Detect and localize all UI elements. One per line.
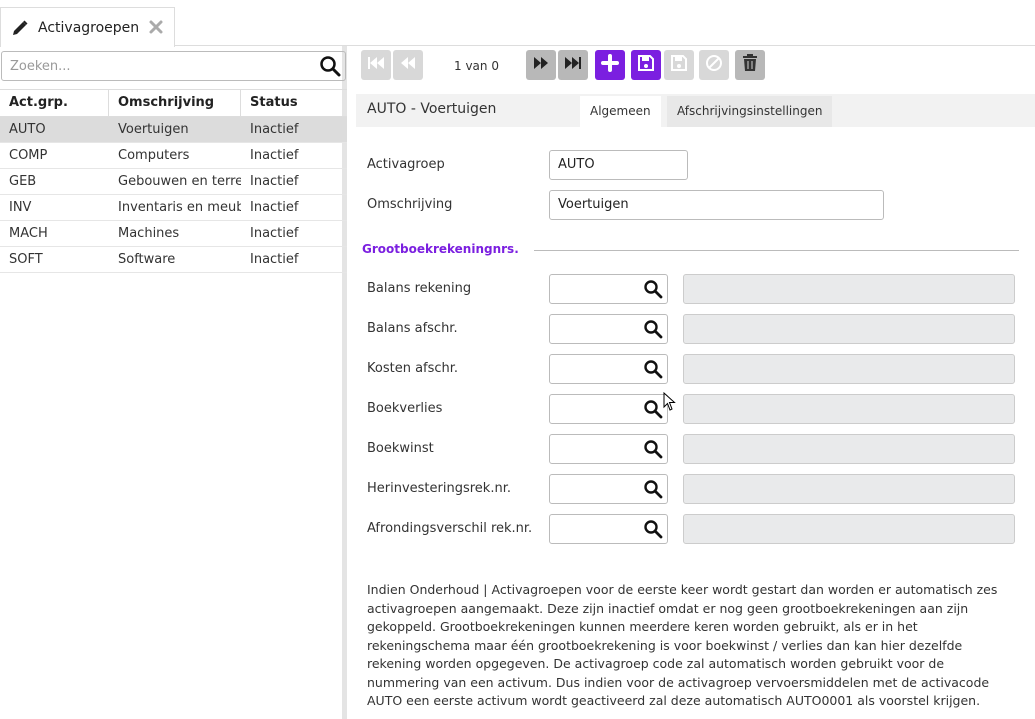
form-header: AUTO - Voertuigen Algemeen Afschrijvings…	[356, 94, 1035, 127]
search-icon[interactable]	[643, 279, 663, 299]
afrondingsverschil-input[interactable]	[549, 514, 668, 544]
last-record-button[interactable]	[558, 50, 588, 80]
table-row[interactable]: SOFT Software Inactief	[0, 247, 347, 273]
tab-label: Activagroepen	[38, 19, 140, 36]
boekwinst-description	[683, 434, 1015, 464]
record-title: AUTO - Voertuigen	[367, 101, 497, 117]
cancel-icon	[705, 54, 723, 76]
cell-code: SOFT	[9, 252, 43, 267]
omschrijving-field[interactable]: Voertuigen	[549, 190, 884, 220]
boekverlies-input[interactable]	[549, 394, 668, 424]
ledger-label: Boekverlies	[367, 401, 443, 416]
cell-code: COMP	[9, 148, 48, 163]
next-icon	[531, 55, 551, 75]
kosten-afschr-description	[683, 354, 1015, 384]
table-row[interactable]: INV Inventaris en meub Inactief	[0, 195, 347, 221]
pager-text: 1 van 0	[454, 59, 499, 73]
last-icon	[563, 55, 583, 75]
save-disabled-icon	[670, 54, 688, 76]
tab-activagroepen[interactable]: Activagroepen	[0, 7, 175, 47]
close-icon[interactable]	[148, 19, 164, 35]
section-divider	[534, 250, 1019, 251]
list-panel: Act.grp. Omschrijving Status AUTO Voertu…	[0, 46, 347, 719]
search-icon[interactable]	[643, 439, 663, 459]
boekverlies-description	[683, 394, 1015, 424]
ledger-label: Kosten afschr.	[367, 361, 459, 376]
tab-afschrijvingsinstellingen[interactable]: Afschrijvingsinstellingen	[667, 96, 833, 127]
previous-icon	[398, 55, 418, 75]
record-toolbar: 1 van 0	[352, 46, 1035, 86]
ledger-label: Balans afschr.	[367, 321, 458, 336]
cell-status: Inactief	[250, 174, 299, 189]
column-header-code[interactable]: Act.grp.	[0, 90, 109, 116]
balans-afschr-input[interactable]	[549, 314, 668, 344]
search-icon[interactable]	[643, 319, 663, 339]
plus-icon	[601, 54, 619, 76]
search-input[interactable]	[2, 53, 319, 79]
boekwinst-input[interactable]	[549, 434, 668, 464]
pencil-icon	[12, 20, 28, 36]
balans-rekening-input[interactable]	[549, 274, 668, 304]
cell-status: Inactief	[250, 252, 299, 267]
search-icon[interactable]	[643, 359, 663, 379]
cell-status: Inactief	[250, 148, 299, 163]
ledger-label: Afrondingsverschil rek.nr.	[367, 521, 533, 536]
search-box	[1, 51, 346, 81]
omschrijving-label: Omschrijving	[367, 197, 453, 212]
cell-description: Machines	[118, 226, 180, 241]
previous-record-button[interactable]	[393, 50, 423, 80]
column-header-description[interactable]: Omschrijving	[109, 90, 241, 116]
save-button[interactable]	[631, 50, 661, 80]
next-record-button[interactable]	[526, 50, 556, 80]
save-icon	[637, 54, 655, 76]
mouse-cursor-icon	[663, 392, 676, 411]
cell-description: Computers	[118, 148, 190, 163]
cell-code: MACH	[9, 226, 48, 241]
balans-afschr-description	[683, 314, 1015, 344]
detail-panel: 1 van 0 AUTO - Voertuigen Algemeen Afsch…	[352, 46, 1035, 719]
cell-description: Software	[118, 252, 176, 267]
trash-icon	[742, 54, 758, 76]
document-tab-bar: Activagroepen	[0, 0, 1035, 47]
kosten-afschr-input[interactable]	[549, 354, 668, 384]
cell-code: INV	[9, 200, 32, 215]
ledger-label: Balans rekening	[367, 281, 472, 296]
activagroep-field[interactable]: AUTO	[549, 150, 688, 180]
cell-description: Inventaris en meub	[118, 200, 241, 215]
afrondingsverschil-description	[683, 514, 1015, 544]
table-row[interactable]: COMP Computers Inactief	[0, 143, 347, 169]
cell-status: Inactief	[250, 226, 299, 241]
cell-code: GEB	[9, 174, 37, 189]
herinvestering-input[interactable]	[549, 474, 668, 504]
table-row[interactable]: AUTO Voertuigen Inactief	[0, 117, 347, 143]
cancel-button[interactable]	[699, 50, 729, 80]
info-text: Indien Onderhoud | Activagroepen voor de…	[367, 582, 998, 708]
table-row[interactable]: MACH Machines Inactief	[0, 221, 347, 247]
table-header: Act.grp. Omschrijving Status	[0, 90, 347, 117]
activagroep-table: Act.grp. Omschrijving Status AUTO Voertu…	[0, 89, 347, 273]
search-icon[interactable]	[643, 479, 663, 499]
section-title: Grootboekrekeningnrs.	[362, 242, 519, 256]
cell-status: Inactief	[250, 200, 299, 215]
cell-description: Voertuigen	[118, 122, 189, 137]
save-and-new-button[interactable]	[664, 50, 694, 80]
search-icon[interactable]	[319, 55, 341, 77]
cell-description: Gebouwen en terre	[118, 174, 241, 189]
column-header-status[interactable]: Status	[241, 90, 347, 116]
tab-algemeen[interactable]: Algemeen	[580, 96, 661, 127]
herinvestering-description	[683, 474, 1015, 504]
add-record-button[interactable]	[595, 50, 625, 80]
balans-rekening-description	[683, 274, 1015, 304]
first-record-button[interactable]	[361, 50, 391, 80]
ledger-label: Boekwinst	[367, 441, 434, 456]
ledger-label: Herinvesteringsrek.nr.	[367, 481, 511, 496]
cell-status: Inactief	[250, 122, 299, 137]
search-icon[interactable]	[643, 519, 663, 539]
activagroep-label: Activagroep	[367, 157, 445, 172]
first-icon	[366, 55, 386, 75]
delete-button[interactable]	[735, 50, 765, 80]
table-row[interactable]: GEB Gebouwen en terre Inactief	[0, 169, 347, 195]
cell-code: AUTO	[9, 122, 46, 137]
search-icon[interactable]	[643, 399, 663, 419]
